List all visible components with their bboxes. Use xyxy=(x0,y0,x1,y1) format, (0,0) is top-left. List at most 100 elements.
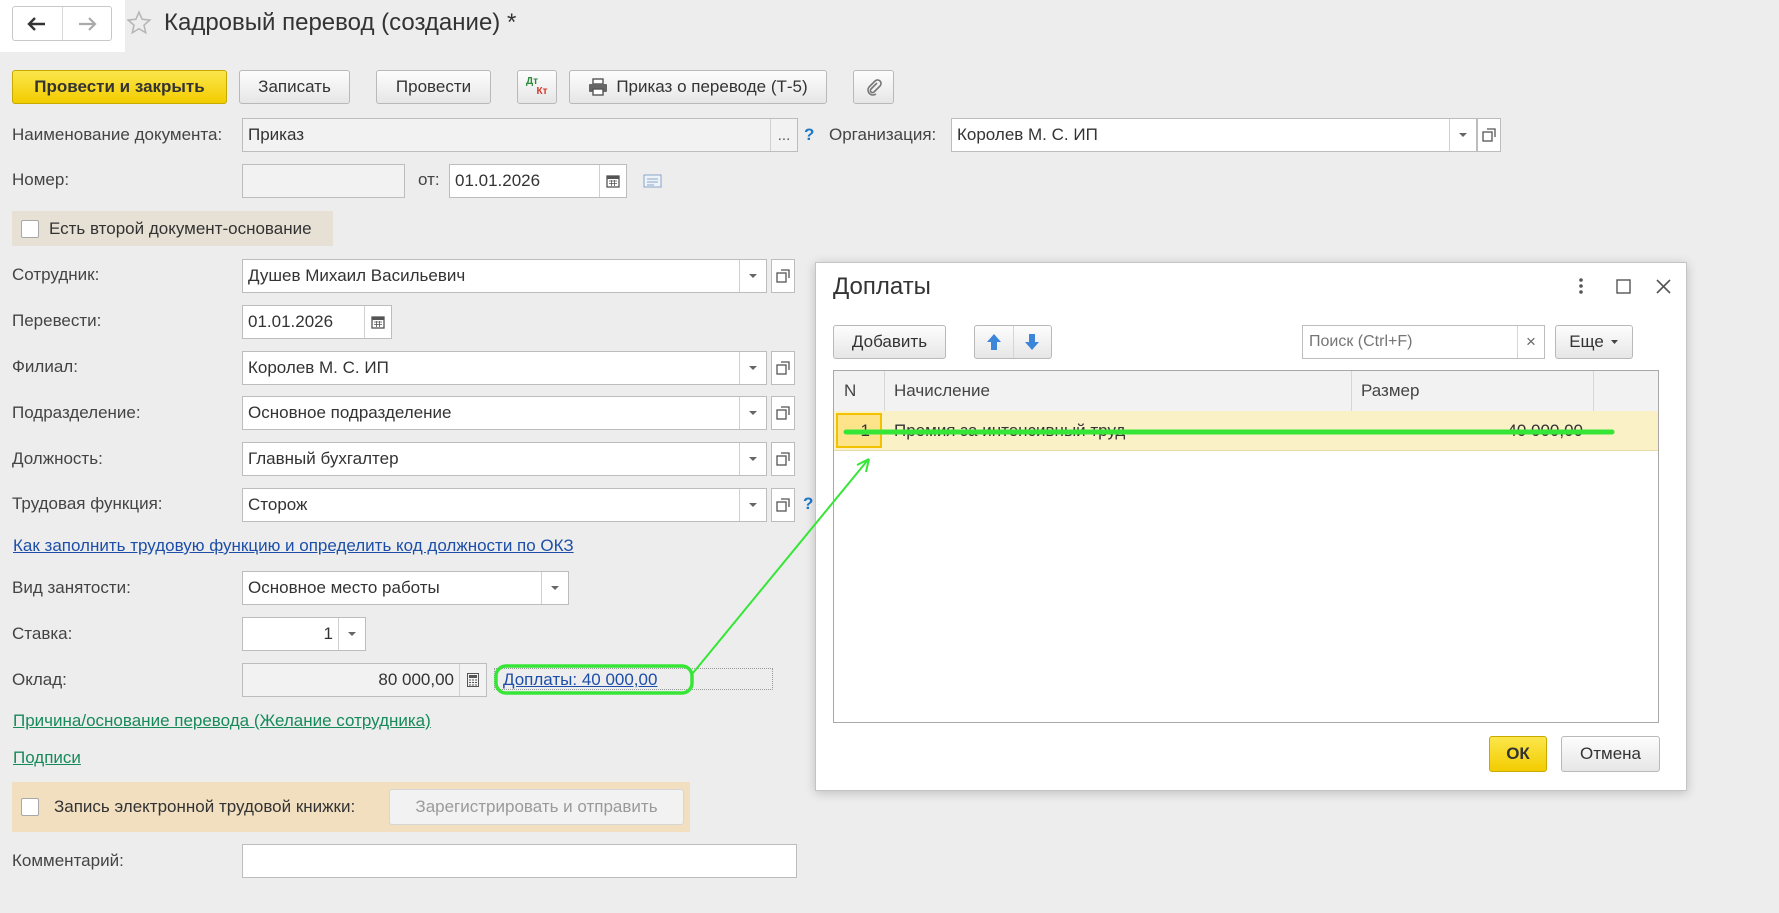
signatures-link[interactable]: Подписи xyxy=(13,748,81,768)
chevron-down-icon xyxy=(749,457,757,461)
search-input[interactable] xyxy=(1303,326,1517,358)
row-accrual-cell[interactable]: Премия за интенсивный труд xyxy=(894,411,1125,450)
salary-value: 80 000,00 xyxy=(378,670,454,689)
more-actions-icon[interactable] xyxy=(1578,277,1584,300)
date-calendar-button[interactable] xyxy=(599,165,626,197)
etk-label: Запись электронной трудовой книжки: xyxy=(54,797,356,816)
forward-button[interactable] xyxy=(61,7,112,40)
kt-label: Кт xyxy=(536,86,548,97)
transfer-reason-link[interactable]: Причина/основание перевода (Желание сотр… xyxy=(13,711,431,731)
doc-name-field[interactable]: Приказ ... xyxy=(242,118,798,152)
employee-label: Сотрудник: xyxy=(12,265,100,284)
division-field[interactable]: Основное подразделение xyxy=(242,396,767,430)
branch-label: Филиал: xyxy=(12,357,78,376)
labor-function-help-icon[interactable]: ? xyxy=(803,494,813,514)
dialog-title: Доплаты xyxy=(833,273,931,300)
cancel-button[interactable]: Отмена xyxy=(1561,736,1660,772)
division-value: Основное подразделение xyxy=(248,403,452,422)
transfer-calendar-button[interactable] xyxy=(364,306,391,338)
column-n[interactable]: N xyxy=(834,371,884,411)
employee-dropdown-button[interactable] xyxy=(739,260,766,292)
more-button[interactable]: Еще xyxy=(1555,325,1633,359)
open-form-icon xyxy=(776,452,790,466)
employment-field[interactable]: Основное место работы xyxy=(242,571,569,605)
org-open-button[interactable] xyxy=(1477,118,1501,152)
salary-calculator-button[interactable] xyxy=(459,664,486,696)
position-open-button[interactable] xyxy=(771,442,795,476)
chevron-down-icon xyxy=(348,632,356,636)
allowances-table[interactable]: N Начисление Размер 1 Премия за интенсив… xyxy=(833,370,1659,723)
favorite-star-icon[interactable] xyxy=(126,10,152,41)
back-button[interactable] xyxy=(13,7,62,40)
row-n-cell[interactable]: 1 xyxy=(836,413,882,448)
dt-kt-button[interactable]: Дт Кт xyxy=(517,70,557,104)
doc-name-value: Приказ xyxy=(248,125,305,144)
employee-field[interactable]: Душев Михаил Васильевич xyxy=(242,259,767,293)
employment-dropdown-button[interactable] xyxy=(541,572,568,604)
chevron-down-icon xyxy=(749,503,757,507)
ok-button[interactable]: ОК xyxy=(1489,736,1547,772)
chevron-down-icon xyxy=(749,274,757,278)
division-dropdown-button[interactable] xyxy=(739,397,766,429)
maximize-icon[interactable] xyxy=(1616,279,1631,299)
numbering-settings-icon[interactable] xyxy=(643,173,663,194)
column-accrual[interactable]: Начисление xyxy=(884,371,1351,411)
branch-field[interactable]: Королев М. С. ИП xyxy=(242,351,767,385)
transfer-label: Перевести: xyxy=(12,311,102,330)
number-value xyxy=(243,165,404,197)
save-button[interactable]: Записать xyxy=(239,70,350,104)
open-form-icon xyxy=(776,498,790,512)
column-size[interactable]: Размер xyxy=(1351,371,1593,411)
org-label: Организация: xyxy=(829,125,937,144)
register-and-send-button[interactable]: Зарегистрировать и отправить xyxy=(389,789,684,825)
post-and-close-button[interactable]: Провести и закрыть xyxy=(12,70,227,104)
second-doc-panel[interactable]: Есть второй документ-основание xyxy=(12,211,333,246)
branch-open-button[interactable] xyxy=(771,351,795,385)
calendar-icon xyxy=(606,175,620,188)
position-field[interactable]: Главный бухгалтер xyxy=(242,442,767,476)
rate-field[interactable]: 1 xyxy=(242,617,366,651)
help-icon[interactable]: ? xyxy=(804,125,814,145)
clear-search-button[interactable]: × xyxy=(1517,326,1544,358)
rate-dropdown-button[interactable] xyxy=(338,618,365,650)
date-field[interactable]: 01.01.2026 xyxy=(449,164,627,198)
salary-field[interactable]: 80 000,00 xyxy=(242,663,487,697)
comment-field[interactable] xyxy=(242,844,797,878)
chevron-down-icon xyxy=(749,411,757,415)
transfer-date-field[interactable]: 01.01.2026 xyxy=(242,305,392,339)
chevron-down-icon xyxy=(749,366,757,370)
table-row[interactable]: 1 Премия за интенсивный труд 40 000,00 xyxy=(834,411,1658,451)
print-order-label: Приказ о переводе (Т-5) xyxy=(616,77,808,96)
number-field[interactable] xyxy=(242,164,405,198)
branch-value: Королев М. С. ИП xyxy=(248,358,389,377)
allowances-link[interactable]: Доплаты: 40 000,00 xyxy=(503,670,657,690)
org-field[interactable]: Королев М. С. ИП xyxy=(951,118,1477,152)
branch-dropdown-button[interactable] xyxy=(739,352,766,384)
search-field[interactable]: × xyxy=(1302,325,1545,359)
labor-function-dropdown-button[interactable] xyxy=(739,489,766,521)
close-icon[interactable] xyxy=(1656,279,1671,299)
add-button[interactable]: Добавить xyxy=(833,325,946,359)
org-dropdown-button[interactable] xyxy=(1449,119,1476,151)
move-down-button[interactable] xyxy=(1012,326,1052,358)
select-doc-name-button[interactable]: ... xyxy=(770,119,797,151)
print-order-button[interactable]: Приказ о переводе (Т-5) xyxy=(569,70,827,104)
employee-open-button[interactable] xyxy=(771,259,795,293)
labor-function-field[interactable]: Сторож xyxy=(242,488,767,522)
etk-checkbox[interactable] xyxy=(21,798,39,816)
move-up-button[interactable] xyxy=(975,326,1013,358)
arrow-up-icon xyxy=(986,334,1001,350)
division-open-button[interactable] xyxy=(771,396,795,430)
comment-value xyxy=(243,845,796,877)
okz-help-link[interactable]: Как заполнить трудовую функцию и определ… xyxy=(13,536,574,556)
labor-function-open-button[interactable] xyxy=(771,488,795,522)
post-button[interactable]: Провести xyxy=(376,70,491,104)
position-dropdown-button[interactable] xyxy=(739,443,766,475)
labor-function-value: Сторож xyxy=(248,495,308,514)
number-label: Номер: xyxy=(12,170,70,189)
position-label: Должность: xyxy=(12,449,103,468)
row-size-cell[interactable]: 40 000,00 xyxy=(1351,411,1583,450)
second-doc-checkbox[interactable] xyxy=(21,219,39,238)
labor-function-label: Трудовая функция: xyxy=(12,494,163,513)
attach-button[interactable] xyxy=(853,70,894,104)
